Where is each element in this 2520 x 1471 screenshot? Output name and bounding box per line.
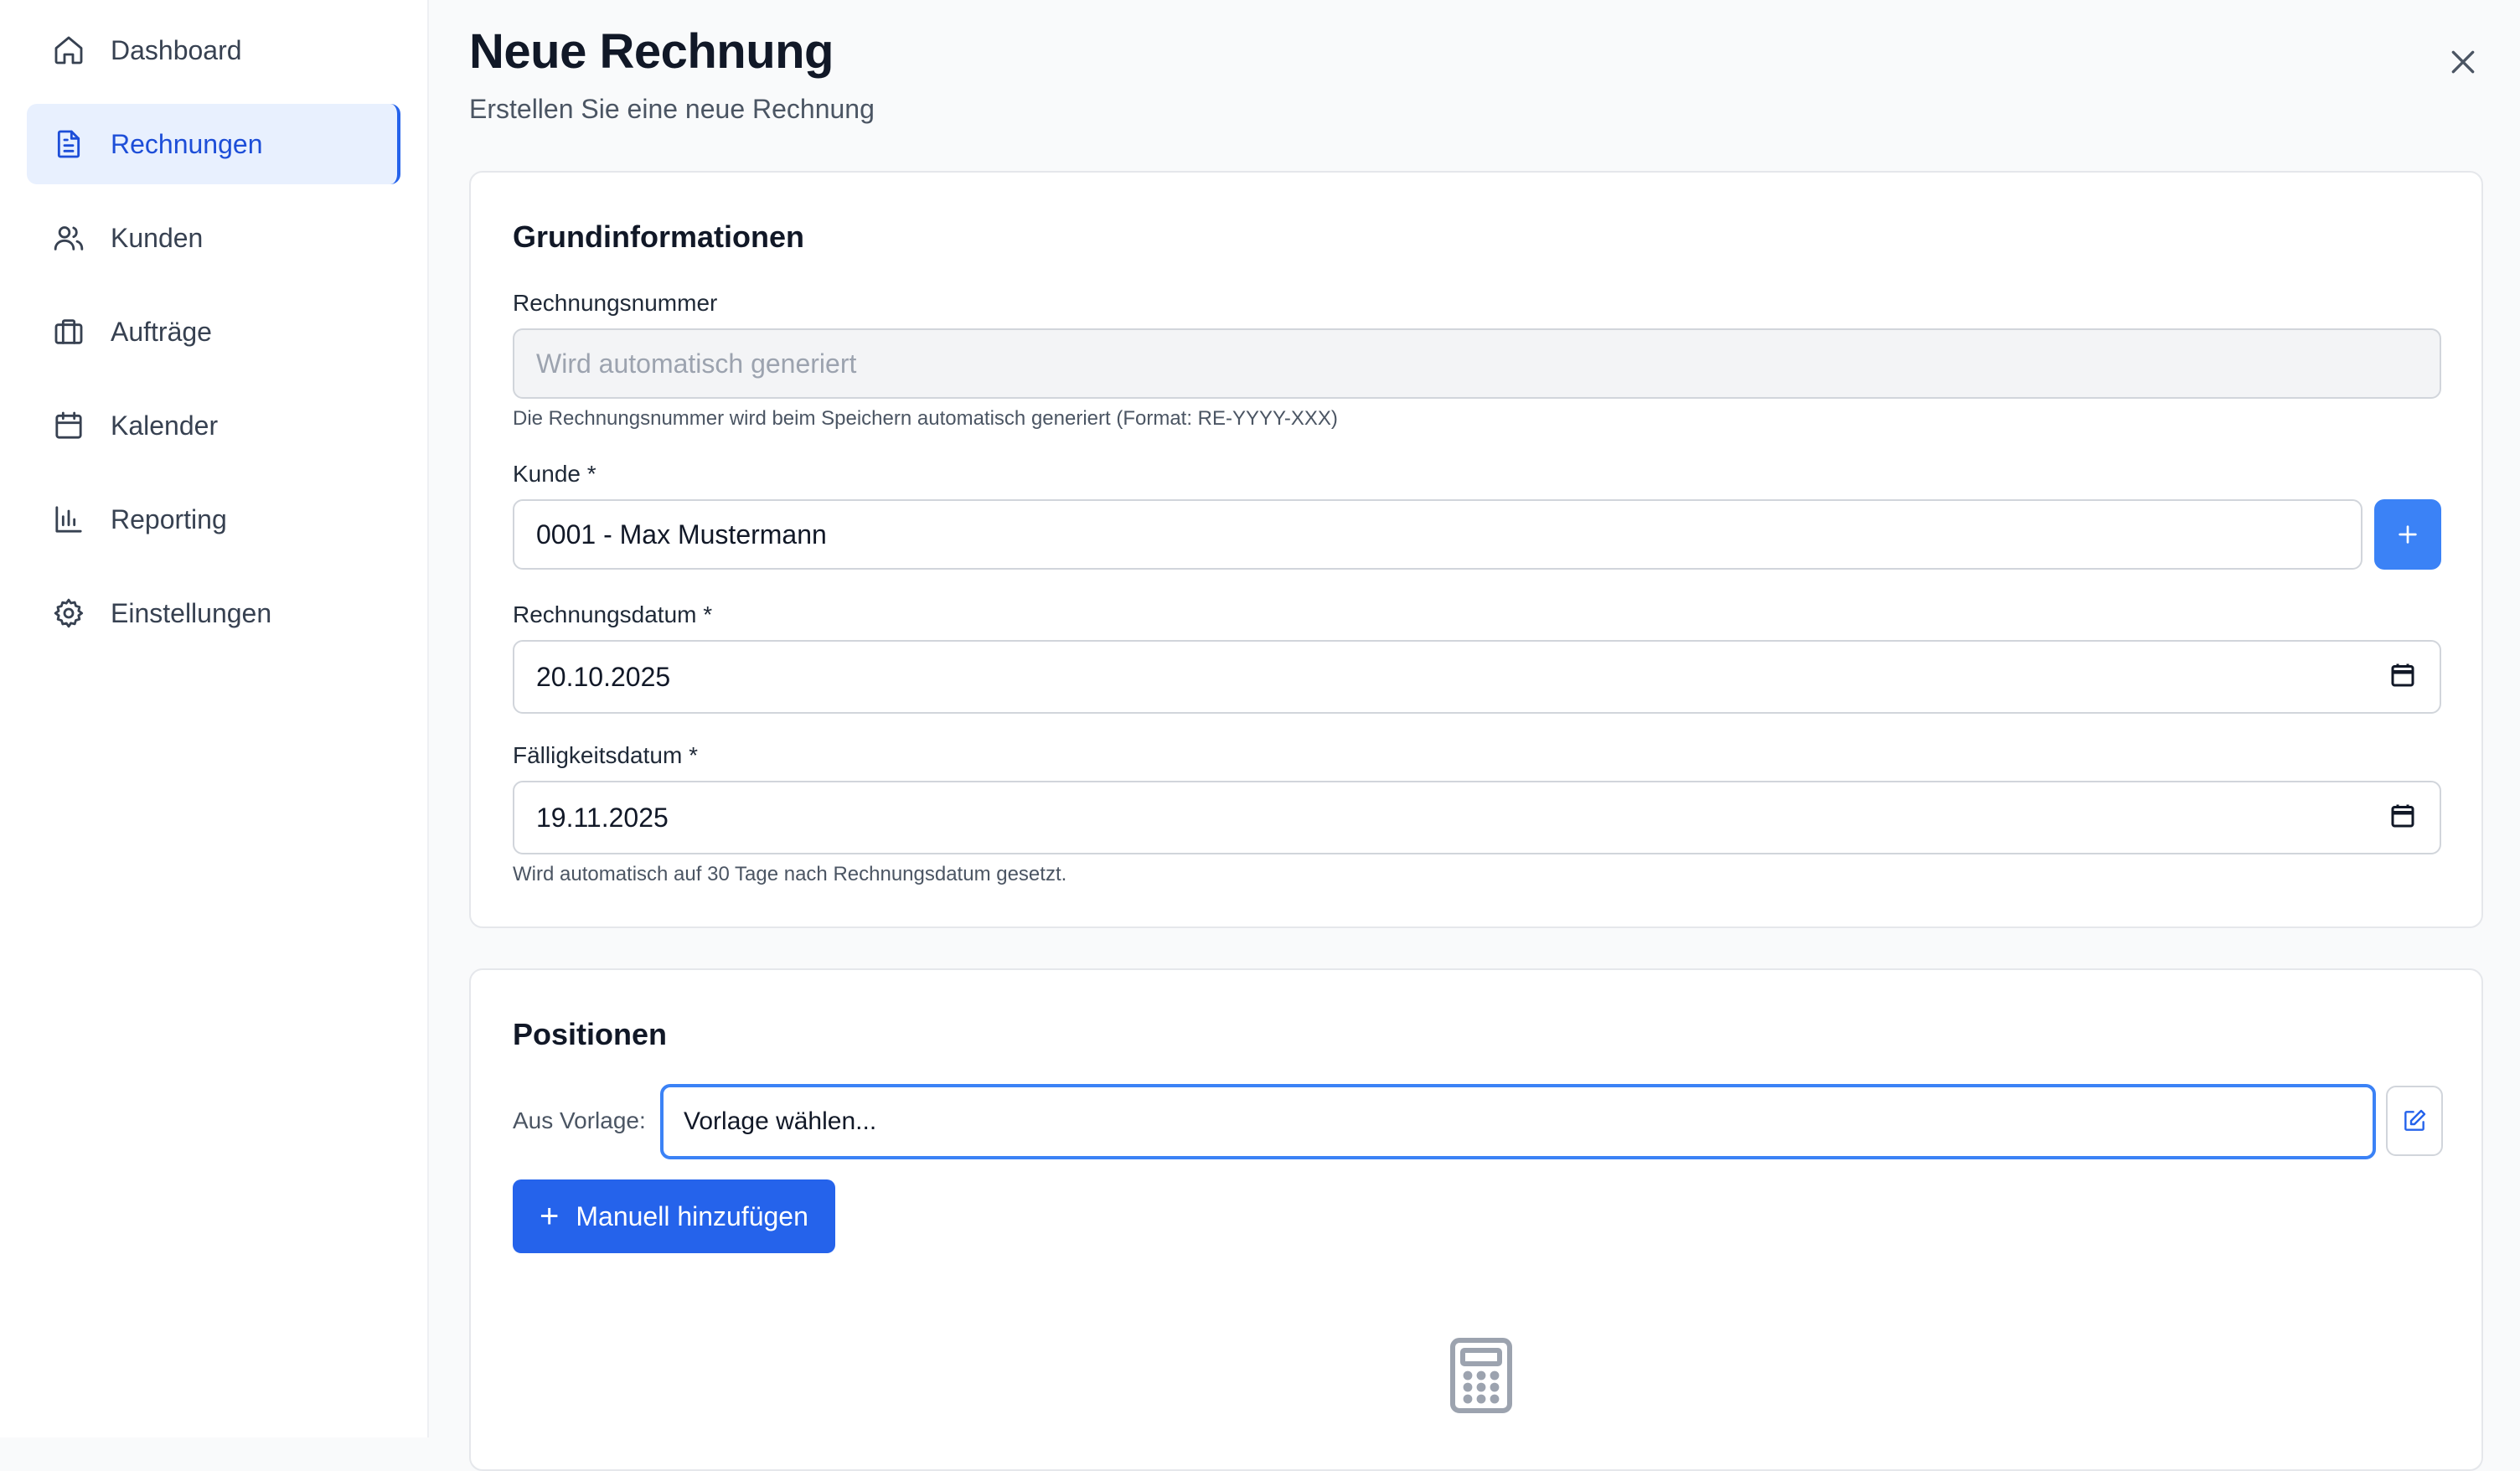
add-manual-label: Manuell hinzufügen [576, 1200, 808, 1231]
close-button[interactable] [2443, 42, 2483, 82]
sidebar-item-dashboard[interactable]: Dashboard [27, 10, 400, 90]
plus-icon: + [540, 1198, 560, 1235]
due-date-field[interactable]: 19.11.2025 [513, 781, 2441, 854]
gear-icon [52, 596, 85, 630]
basic-info-card: Grundinformationen Rechnungsnummer Wird … [469, 171, 2483, 928]
briefcase-icon [52, 315, 85, 348]
close-icon [2451, 50, 2475, 74]
invoice-date-field[interactable]: 20.10.2025 [513, 640, 2441, 714]
add-manual-button[interactable]: + Manuell hinzufügen [513, 1179, 835, 1253]
sidebar-item-rechnungen[interactable]: Rechnungen [27, 104, 400, 184]
document-icon [52, 127, 85, 161]
sidebar-item-einstellungen[interactable]: Einstellungen [27, 573, 400, 653]
page-title: Neue Rechnung [469, 24, 834, 79]
customer-label: Kunde * [513, 461, 596, 487]
calculator-icon [1450, 1338, 1512, 1413]
sidebar-item-label: Kalender [111, 410, 219, 441]
customer-select[interactable]: 0001 - Max Mustermann [513, 499, 2362, 570]
due-date-value: 19.11.2025 [536, 802, 669, 833]
template-label: Aus Vorlage: [513, 1107, 646, 1133]
sidebar-item-kalender[interactable]: Kalender [27, 385, 400, 466]
add-customer-button[interactable] [2374, 499, 2441, 570]
section-title: Grundinformationen [513, 219, 804, 254]
invoice-date-label: Rechnungsdatum * [513, 601, 713, 627]
sidebar-item-reporting[interactable]: Reporting [27, 479, 400, 560]
plus-icon [2399, 525, 2417, 544]
due-date-label: Fälligkeitsdatum * [513, 742, 698, 768]
sidebar-item-label: Einstellungen [111, 597, 272, 628]
sidebar-item-auftraege[interactable]: Aufträge [27, 292, 400, 372]
calendar-icon[interactable] [2388, 801, 2418, 831]
positions-card: Positionen Aus Vorlage: Vorlage wählen..… [469, 968, 2483, 1471]
bar-chart-icon [52, 503, 85, 536]
users-icon [52, 221, 85, 255]
sidebar-item-label: Dashboard [111, 34, 242, 65]
sidebar-item-label: Kunden [111, 222, 204, 253]
calendar-icon[interactable] [2388, 660, 2418, 690]
sidebar-item-label: Reporting [111, 503, 227, 534]
invoice-number-label: Rechnungsnummer [513, 290, 718, 316]
sidebar-item-label: Aufträge [111, 316, 212, 347]
section-title: Positionen [513, 1017, 668, 1051]
home-icon [52, 34, 85, 67]
due-date-hint: Wird automatisch auf 30 Tage nach Rechnu… [513, 863, 1067, 885]
edit-template-button[interactable] [2386, 1086, 2443, 1156]
sidebar-item-label: Rechnungen [111, 128, 263, 159]
edit-icon [2404, 1109, 2426, 1131]
invoice-number-hint: Die Rechnungsnummer wird beim Speichern … [513, 407, 1338, 430]
sidebar-item-kunden[interactable]: Kunden [27, 198, 400, 278]
invoice-number-field: Wird automatisch generiert [513, 328, 2441, 399]
invoice-date-value: 20.10.2025 [536, 661, 671, 692]
template-select[interactable]: Vorlage wählen... [660, 1084, 2376, 1159]
page-subtitle: Erstellen Sie eine neue Rechnung [469, 94, 875, 124]
sidebar: Dashboard Rechnungen Kunden Aufträge Kal… [0, 0, 429, 1437]
calendar-icon [52, 409, 85, 442]
